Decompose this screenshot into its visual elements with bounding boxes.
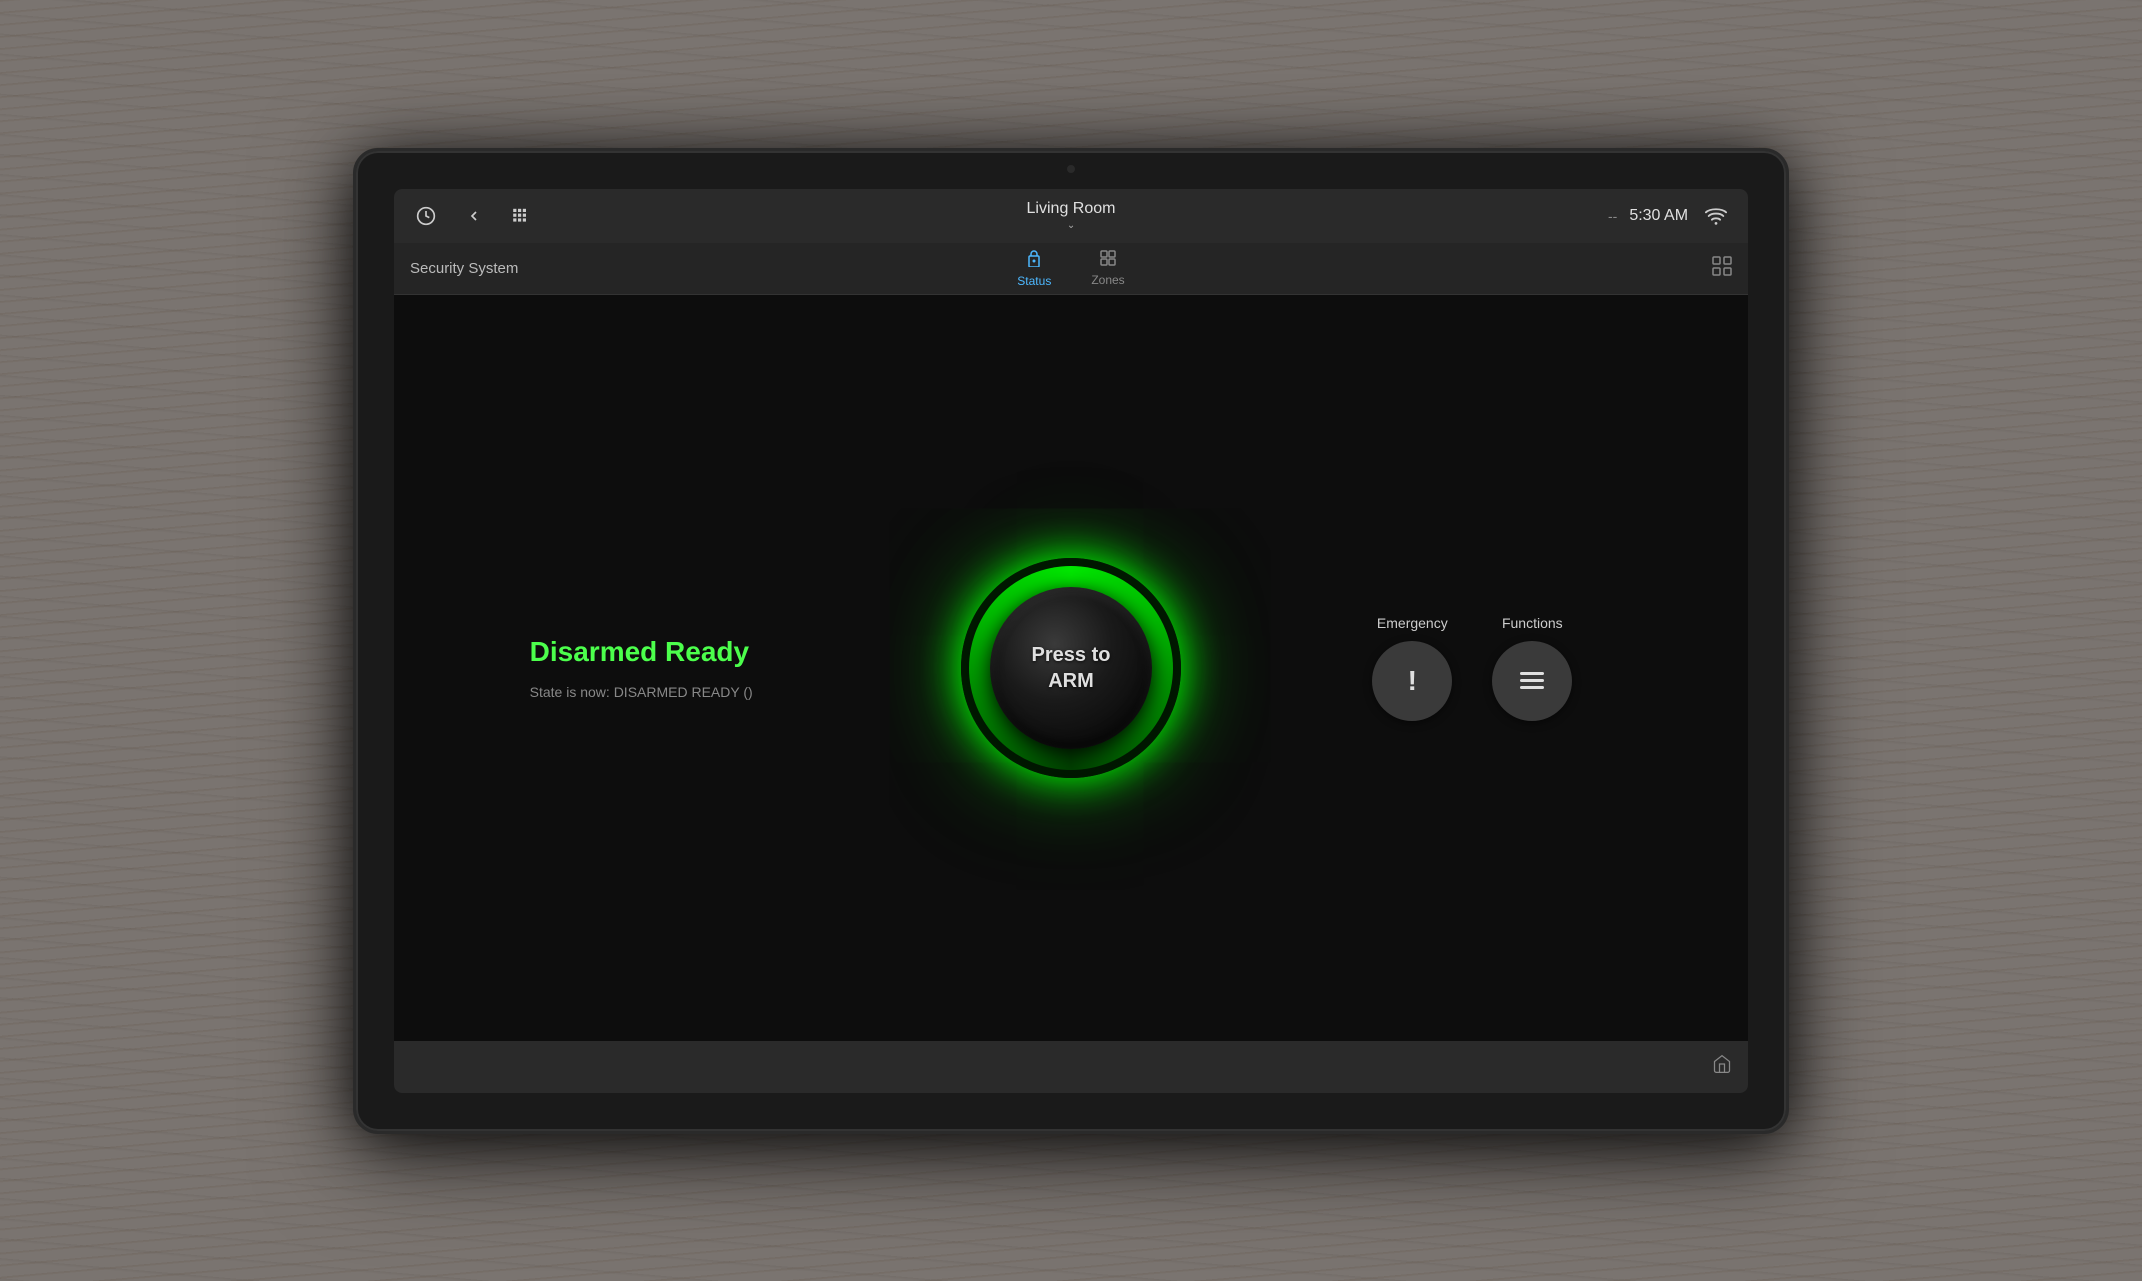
clock-icon[interactable] [410,200,442,232]
emergency-icon: ! [1408,665,1417,697]
arm-button[interactable]: Press to ARM [990,587,1152,749]
home-icon[interactable] [1712,1054,1732,1079]
functions-label: Functions [1502,615,1563,631]
emergency-control: Emergency ! [1372,615,1452,721]
menu-icon[interactable] [506,200,538,232]
tab-status[interactable]: Status [1001,245,1067,292]
disarmed-ready-label: Disarmed Ready [530,636,810,668]
state-text: State is now: DISARMED READY () [530,684,810,700]
status-dash: -- [1608,208,1617,224]
room-info: Living Room ⌄ [851,200,1292,231]
status-tab-icon [1026,249,1042,272]
functions-button[interactable] [1492,641,1572,721]
main-content: Disarmed Ready State is now: DISARMED RE… [394,295,1748,1041]
zones-tab-label: Zones [1091,273,1124,287]
zones-tab-icon [1100,250,1116,271]
section-name: Security System [410,260,741,277]
status-section: Disarmed Ready State is now: DISARMED RE… [530,636,810,700]
grid-view-icon[interactable] [1712,256,1732,281]
room-chevron-icon: ⌄ [1067,220,1075,231]
room-name: Living Room [1027,200,1116,218]
tablet-device: Living Room ⌄ -- 5:30 AM Security System [356,151,1786,1131]
nav-bar: Security System Status [394,243,1748,295]
control-pair: Emergency ! Functions [1372,615,1572,721]
top-bar-right: -- 5:30 AM [1291,200,1732,232]
functions-menu-icon [1520,672,1544,689]
right-controls: Emergency ! Functions [1332,615,1612,721]
arm-button-outer: Press to ARM [961,558,1181,778]
back-button[interactable] [458,200,490,232]
nav-right [1402,256,1733,281]
nav-tabs: Status Zones [741,245,1402,292]
arm-text-line2: ARM [1048,670,1094,692]
screen: Living Room ⌄ -- 5:30 AM Security System [394,189,1748,1093]
wifi-icon [1700,200,1732,232]
arm-button-section: Press to ARM [961,558,1181,778]
top-bar-left [410,200,851,232]
emergency-button[interactable]: ! [1372,641,1452,721]
functions-control: Functions [1492,615,1572,721]
time-display: 5:30 AM [1629,207,1688,225]
top-bar: Living Room ⌄ -- 5:30 AM [394,189,1748,243]
status-tab-label: Status [1017,274,1051,288]
arm-text-line1: Press to [1032,644,1111,666]
emergency-label: Emergency [1377,615,1448,631]
bottom-bar [394,1041,1748,1093]
arm-button-text: Press to ARM [1032,642,1111,694]
tab-zones[interactable]: Zones [1075,246,1140,291]
